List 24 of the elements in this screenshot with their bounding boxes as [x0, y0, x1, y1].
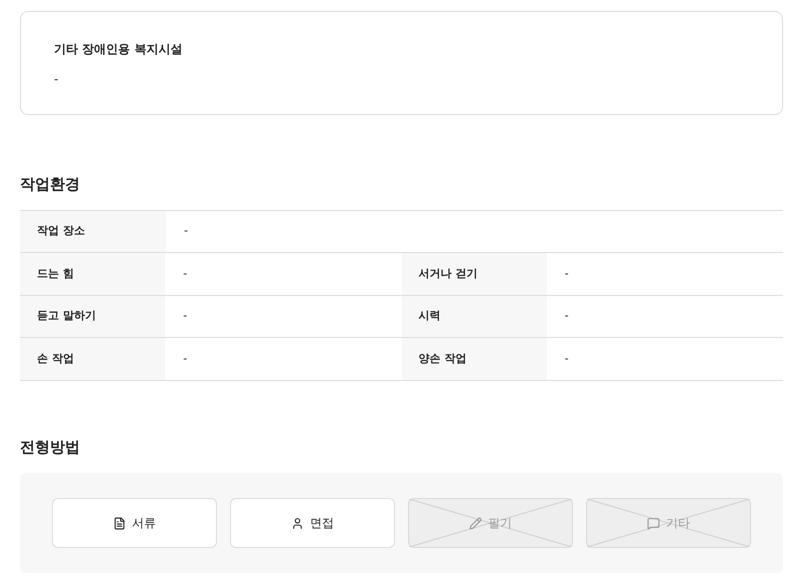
row-label: 손 작업 — [20, 338, 166, 380]
row-value: - — [182, 308, 188, 324]
facility-value: - — [54, 71, 60, 88]
row-value: - — [564, 308, 570, 324]
method-button[interactable]: 면접 — [230, 498, 395, 548]
row-label: 시력 — [402, 296, 547, 337]
method-button[interactable]: 서류 — [52, 498, 217, 548]
row-value: - — [564, 266, 570, 282]
row-label: 서거나 걷기 — [402, 253, 547, 294]
row-value: - — [182, 350, 188, 366]
row-label: 듣고 말하기 — [20, 296, 166, 337]
document-icon — [113, 516, 126, 530]
row-label: 드는 힘 — [20, 253, 166, 294]
speech-bubble-icon — [647, 516, 660, 530]
row-value: - — [564, 350, 570, 366]
row-value: - — [183, 223, 189, 239]
person-icon — [291, 516, 304, 530]
row-label: 작업 장소 — [20, 210, 166, 252]
pencil-icon — [469, 516, 482, 530]
facility-title: 기타 장애인용 복지시설 — [54, 41, 184, 58]
section-heading: 작업환경 — [20, 174, 81, 195]
row-label: 양손 작업 — [402, 338, 547, 380]
section-heading: 전형방법 — [20, 436, 81, 458]
row-value: - — [182, 266, 188, 282]
